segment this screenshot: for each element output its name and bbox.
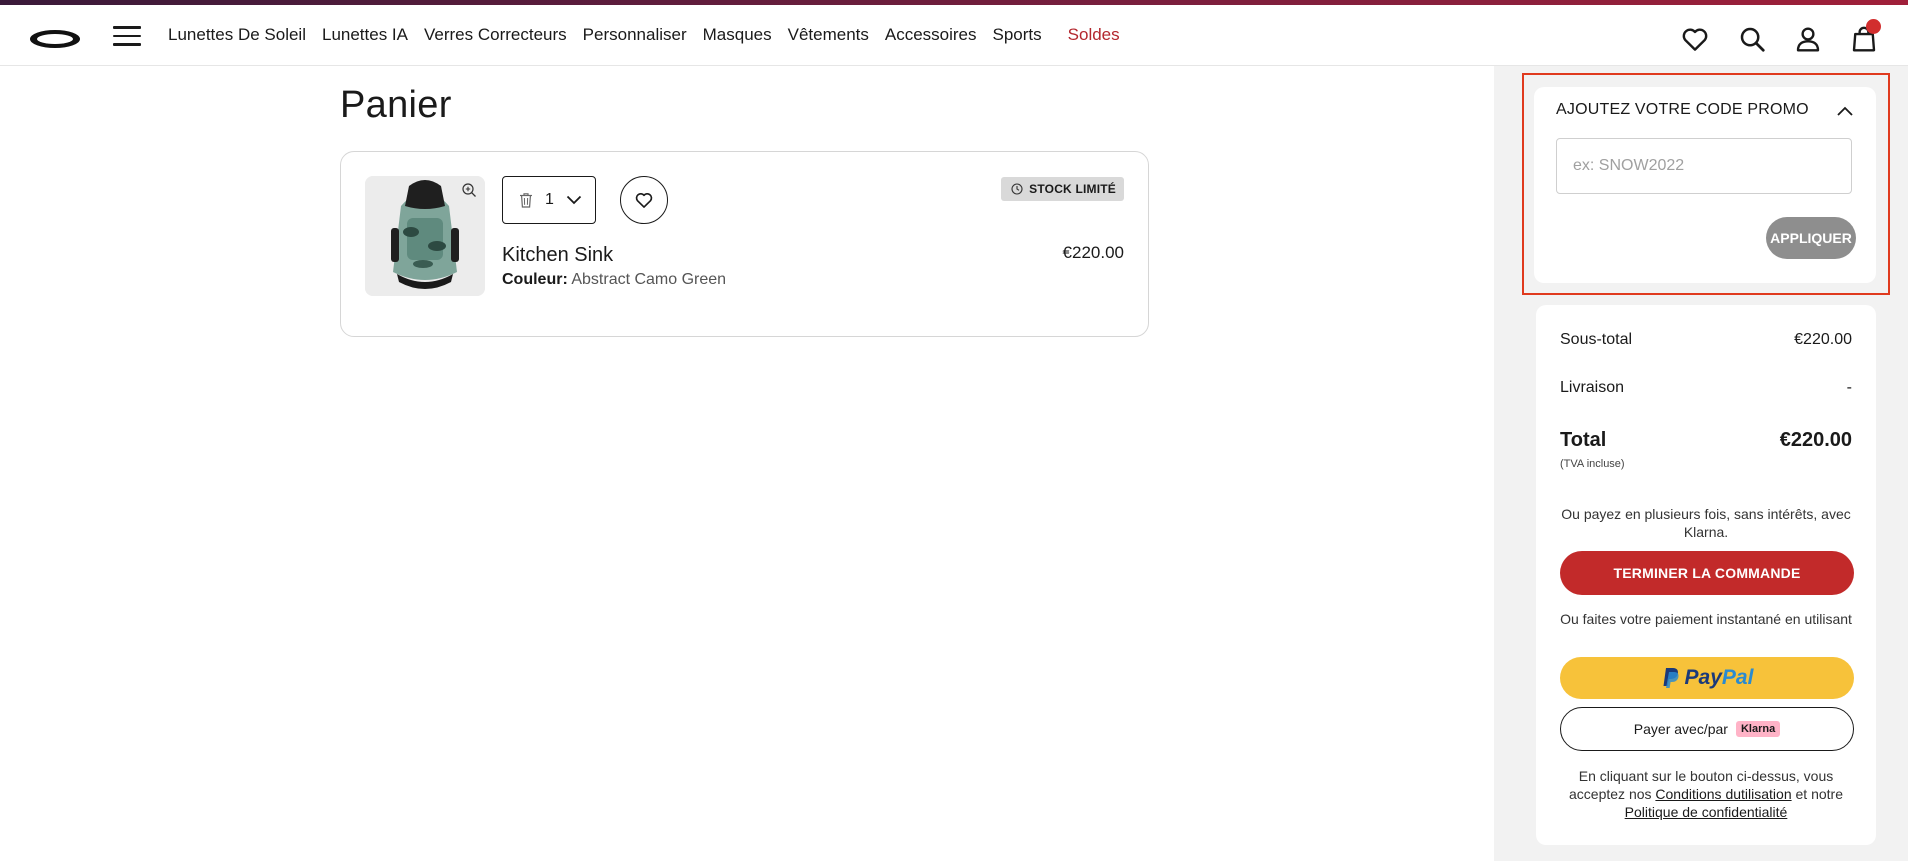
total-row: Total €220.00 [1560,429,1852,452]
nav-item-prescription[interactable]: Verres Correcteurs [424,25,567,45]
paypal-button[interactable]: PayPal [1560,657,1854,699]
total-label: Total [1560,429,1607,451]
user-icon[interactable] [1793,24,1823,54]
site-header: Lunettes De Soleil Lunettes IA Verres Co… [0,5,1908,66]
heart-icon [635,192,653,208]
subtotal-value: €220.00 [1794,331,1852,348]
search-icon[interactable] [1737,24,1767,54]
hamburger-menu-icon[interactable] [113,26,141,50]
chevron-down-icon [566,195,582,205]
shipping-label: Livraison [1560,379,1625,396]
paypal-wordmark-pal: Pal [1721,666,1754,689]
product-color: Couleur: Abstract Camo Green [502,271,726,289]
apply-promo-button[interactable]: APPLIQUER [1766,217,1856,259]
paypal-p-icon [1663,668,1679,688]
zoom-icon[interactable] [461,182,477,198]
page-title: Panier [340,84,452,126]
cart-item-card: 1 STOCK LIMITÉ Kitchen Sink Couleur: Abs… [340,151,1149,337]
checkout-button[interactable]: TERMINER LA COMMANDE [1560,551,1854,595]
klarna-note-text: Ou payez en plusieurs fois, sans intérêt… [1561,506,1851,522]
color-label: Couleur: [502,271,568,288]
nav-item-sunglasses[interactable]: Lunettes De Soleil [168,25,306,45]
shipping-row: Livraison - [1560,379,1852,397]
nav-item-ai-glasses[interactable]: Lunettes IA [322,25,408,45]
tva-note: (TVA incluse) [1560,458,1625,470]
instant-payment-note: Ou faites votre paiement instantané en u… [1560,611,1852,627]
nav-item-customize[interactable]: Personnaliser [583,25,687,45]
legal-text-2: et notre [1795,786,1843,802]
nav-item-accessories[interactable]: Accessoires [885,25,977,45]
add-to-wishlist-button[interactable] [620,176,668,224]
nav-item-apparel[interactable]: Vêtements [788,25,869,45]
klarna-button-label: Payer avec/par [1633,721,1728,737]
order-summary: Sous-total €220.00 Livraison - Total €22… [1536,305,1876,845]
legal-text: En cliquant sur le bouton ci-dessus, vou… [1556,767,1856,821]
stock-limited-badge: STOCK LIMITÉ [1001,177,1124,201]
klarna-pay-button[interactable]: Payer avec/par Klarna [1560,707,1854,751]
stock-badge-label: STOCK LIMITÉ [1029,182,1116,196]
nav-item-sale[interactable]: Soldes [1068,25,1120,45]
nav-item-sports[interactable]: Sports [993,25,1042,45]
quantity-value: 1 [545,191,554,208]
chevron-up-icon[interactable] [1836,105,1854,117]
promo-code-input[interactable] [1556,138,1852,194]
oakley-logo-icon[interactable] [28,27,82,51]
klarna-installment-note: Ou payez en plusieurs fois, sans intérêt… [1556,505,1856,541]
promo-title[interactable]: AJOUTEZ VOTRE CODE PROMO [1556,101,1809,119]
color-value: Abstract Camo Green [571,271,727,288]
klarna-badge: Klarna [1735,721,1781,737]
total-value: €220.00 [1779,429,1852,451]
subtotal-label: Sous-total [1560,331,1633,348]
shipping-value: - [1846,379,1852,396]
klarna-note-brand: Klarna. [1683,524,1729,540]
quantity-select[interactable]: 1 [502,176,596,224]
subtotal-row: Sous-total €220.00 [1560,331,1852,349]
promo-code-panel: AJOUTEZ VOTRE CODE PROMO APPLIQUER [1534,87,1876,283]
privacy-link[interactable]: Politique de confidentialité [1625,804,1788,820]
clock-icon [1011,183,1023,195]
cart-notification-dot [1866,19,1881,34]
product-image[interactable] [365,176,485,296]
trash-icon[interactable] [519,192,533,208]
nav-item-goggles[interactable]: Masques [703,25,772,45]
main-nav: Lunettes De Soleil Lunettes IA Verres Co… [168,25,1120,45]
product-name[interactable]: Kitchen Sink [502,244,613,267]
terms-link[interactable]: Conditions dutilisation [1655,786,1791,802]
paypal-wordmark-pay: Pay [1684,666,1722,689]
product-price: €220.00 [1062,243,1124,262]
heart-icon[interactable] [1680,24,1710,54]
